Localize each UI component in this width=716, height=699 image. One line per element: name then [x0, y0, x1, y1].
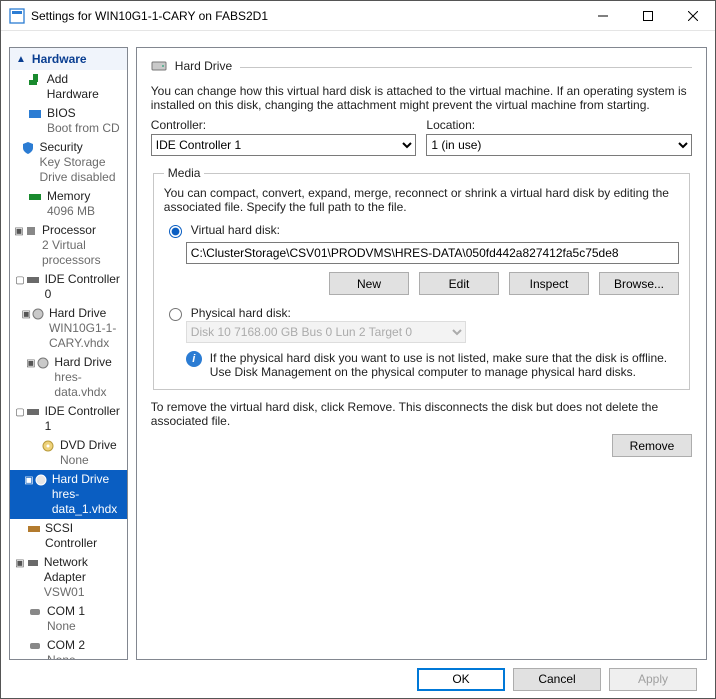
maximize-button[interactable] — [625, 1, 670, 30]
browse-button[interactable]: Browse... — [599, 272, 679, 295]
nav-item-security[interactable]: SecurityKey Storage Drive disabled — [10, 138, 127, 187]
nav-item-ide0-hd1[interactable]: ▣ Hard DriveWIN10G1-1-CARY.vhdx — [10, 304, 127, 353]
close-button[interactable] — [670, 1, 715, 30]
serial-port-icon — [27, 638, 43, 653]
hard-drive-icon — [151, 58, 167, 74]
nav-item-processor[interactable]: ▣ Processor2 Virtual processors — [10, 221, 127, 270]
physical-disk-select: Disk 10 7168.00 GB Bus 0 Lun 2 Target 0 — [186, 321, 466, 343]
ok-button[interactable]: OK — [417, 668, 505, 691]
scsi-icon — [26, 521, 41, 536]
nav-item-memory[interactable]: Memory4096 MB — [10, 187, 127, 221]
location-label: Location: — [426, 118, 692, 132]
nav-item-com1[interactable]: COM 1None — [10, 602, 127, 636]
controller-icon — [26, 404, 41, 419]
expand-icon[interactable]: ▣ — [25, 355, 36, 371]
physical-hard-disk-label: Physical hard disk: — [191, 306, 291, 320]
content-pane: Hard Drive You can change how this virtu… — [136, 47, 707, 660]
expand-icon[interactable]: ▣ — [14, 555, 26, 571]
controller-select[interactable]: IDE Controller 1 — [151, 134, 417, 156]
nav-item-network-adapter[interactable]: ▣ Network AdapterVSW01 — [10, 553, 127, 602]
physical-disk-note: If the physical hard disk you want to us… — [210, 351, 679, 379]
edit-button[interactable]: Edit — [419, 272, 499, 295]
nav-item-add-hardware[interactable]: Add Hardware — [10, 70, 127, 104]
expand-icon[interactable]: ▣ — [22, 306, 31, 322]
settings-window: Settings for WIN10G1-1-CARY on FABS2D1 ▲… — [0, 0, 716, 699]
processor-icon — [24, 223, 38, 238]
content-intro: You can change how this virtual hard dis… — [151, 84, 692, 112]
shield-icon — [21, 140, 35, 155]
cancel-button[interactable]: Cancel — [513, 668, 601, 691]
chevron-up-icon: ▲ — [16, 54, 26, 65]
apply-button: Apply — [609, 668, 697, 691]
virtual-hard-disk-label: Virtual hard disk: — [191, 223, 280, 237]
remove-note: To remove the virtual hard disk, click R… — [151, 400, 692, 428]
collapse-icon[interactable]: ▢ — [14, 404, 26, 420]
nav-item-ide1[interactable]: ▢ IDE Controller 1 — [10, 402, 127, 436]
serial-port-icon — [27, 604, 43, 619]
dialog-footer: OK Cancel Apply — [1, 660, 715, 698]
info-icon: i — [186, 351, 202, 367]
hard-drive-icon — [34, 472, 48, 487]
dvd-icon — [40, 438, 56, 453]
controller-icon — [26, 272, 41, 287]
physical-hard-disk-radio[interactable] — [169, 308, 182, 321]
nav-item-ide0[interactable]: ▢ IDE Controller 0 — [10, 270, 127, 304]
inspect-button[interactable]: Inspect — [509, 272, 589, 295]
media-legend: Media — [164, 166, 205, 180]
remove-button[interactable]: Remove — [612, 434, 692, 457]
nav-section-hardware[interactable]: ▲ Hardware — [10, 48, 127, 70]
content-title: Hard Drive — [175, 59, 232, 73]
media-desc: You can compact, convert, expand, merge,… — [164, 186, 679, 214]
expand-icon[interactable]: ▣ — [14, 223, 24, 239]
nav-header-label: Hardware — [32, 52, 87, 66]
expand-icon[interactable]: ▣ — [24, 472, 34, 488]
nav-item-ide1-dvd[interactable]: DVD DriveNone — [10, 436, 127, 470]
nav-item-bios[interactable]: BIOSBoot from CD — [10, 104, 127, 138]
hard-drive-icon — [36, 355, 50, 370]
collapse-icon[interactable]: ▢ — [14, 272, 26, 288]
memory-icon — [27, 189, 43, 204]
controller-label: Controller: — [151, 118, 417, 132]
title-bar: Settings for WIN10G1-1-CARY on FABS2D1 — [1, 1, 715, 31]
nav-item-ide0-hd2[interactable]: ▣ Hard Drivehres-data.vhdx — [10, 353, 127, 402]
hard-drive-icon — [31, 306, 45, 321]
vhd-path-input[interactable] — [186, 242, 679, 264]
window-title: Settings for WIN10G1-1-CARY on FABS2D1 — [31, 9, 580, 23]
nav-tree[interactable]: ▲ Hardware Add Hardware BIOSBoot from CD… — [9, 47, 128, 660]
divider — [240, 67, 692, 68]
location-select[interactable]: 1 (in use) — [426, 134, 692, 156]
network-icon — [26, 555, 40, 570]
nav-item-com2[interactable]: COM 2None — [10, 636, 127, 660]
bios-icon — [27, 106, 43, 121]
nav-item-scsi[interactable]: SCSI Controller — [10, 519, 127, 553]
minimize-button[interactable] — [580, 1, 625, 30]
add-hardware-icon — [27, 72, 43, 87]
app-icon — [9, 8, 25, 24]
nav-item-ide1-hd[interactable]: ▣ Hard Drivehres-data_1.vhdx — [10, 470, 127, 519]
new-button[interactable]: New — [329, 272, 409, 295]
virtual-hard-disk-radio[interactable] — [169, 225, 182, 238]
media-group: Media You can compact, convert, expand, … — [153, 166, 690, 390]
